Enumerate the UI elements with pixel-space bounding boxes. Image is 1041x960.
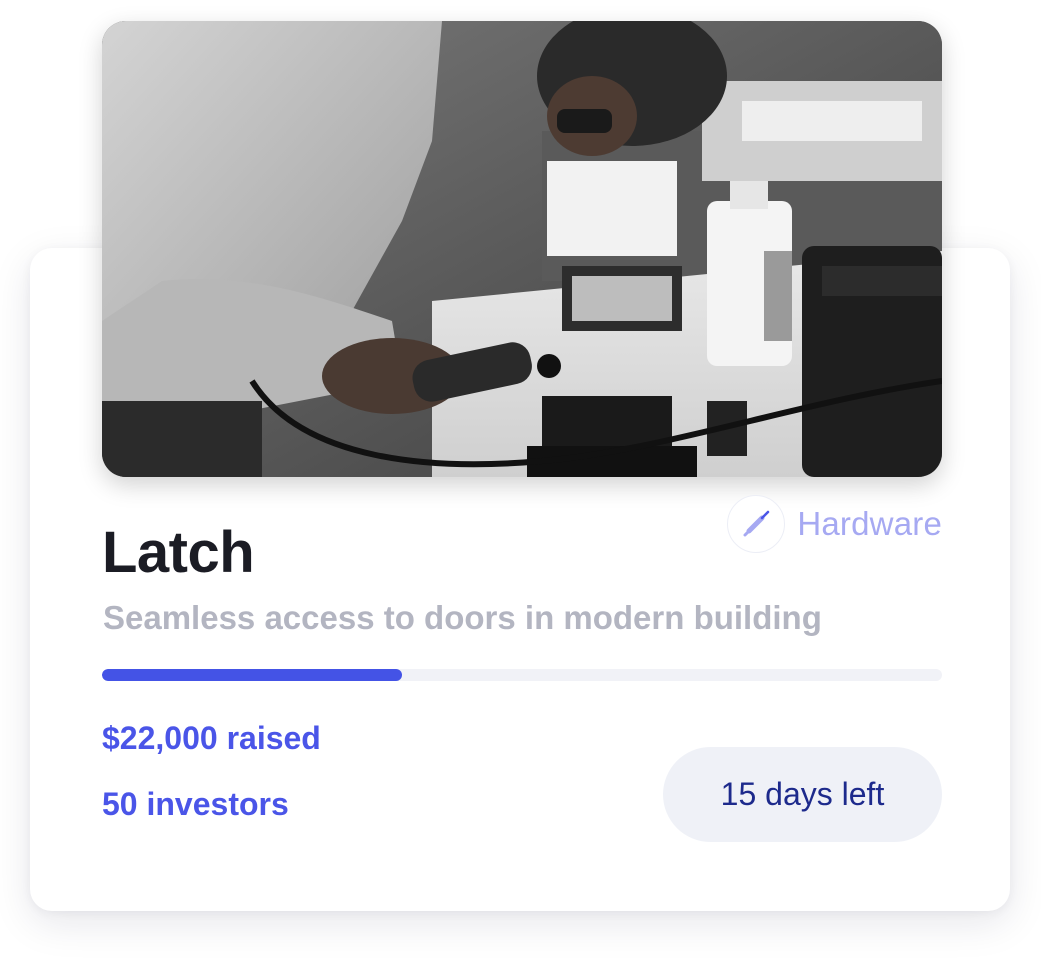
project-photo — [102, 21, 942, 477]
project-description: Seamless access to doors in modern build… — [103, 599, 822, 636]
funding-progress-fill — [102, 669, 402, 681]
funding-progress-bar — [102, 669, 942, 681]
investor-count: 50 investors — [102, 786, 289, 822]
page: Hardware Latch Seamless access to doors … — [0, 0, 1041, 960]
project-title: Latch — [102, 520, 255, 585]
category-label: Hardware — [797, 505, 942, 542]
amount-raised: $22,000 raised — [102, 720, 321, 756]
screwdriver-icon — [727, 495, 786, 553]
category-tag[interactable]: Hardware — [727, 495, 942, 553]
days-left-label: 15 days left — [720, 776, 885, 812]
days-left-badge[interactable]: 15 days left — [663, 747, 942, 842]
